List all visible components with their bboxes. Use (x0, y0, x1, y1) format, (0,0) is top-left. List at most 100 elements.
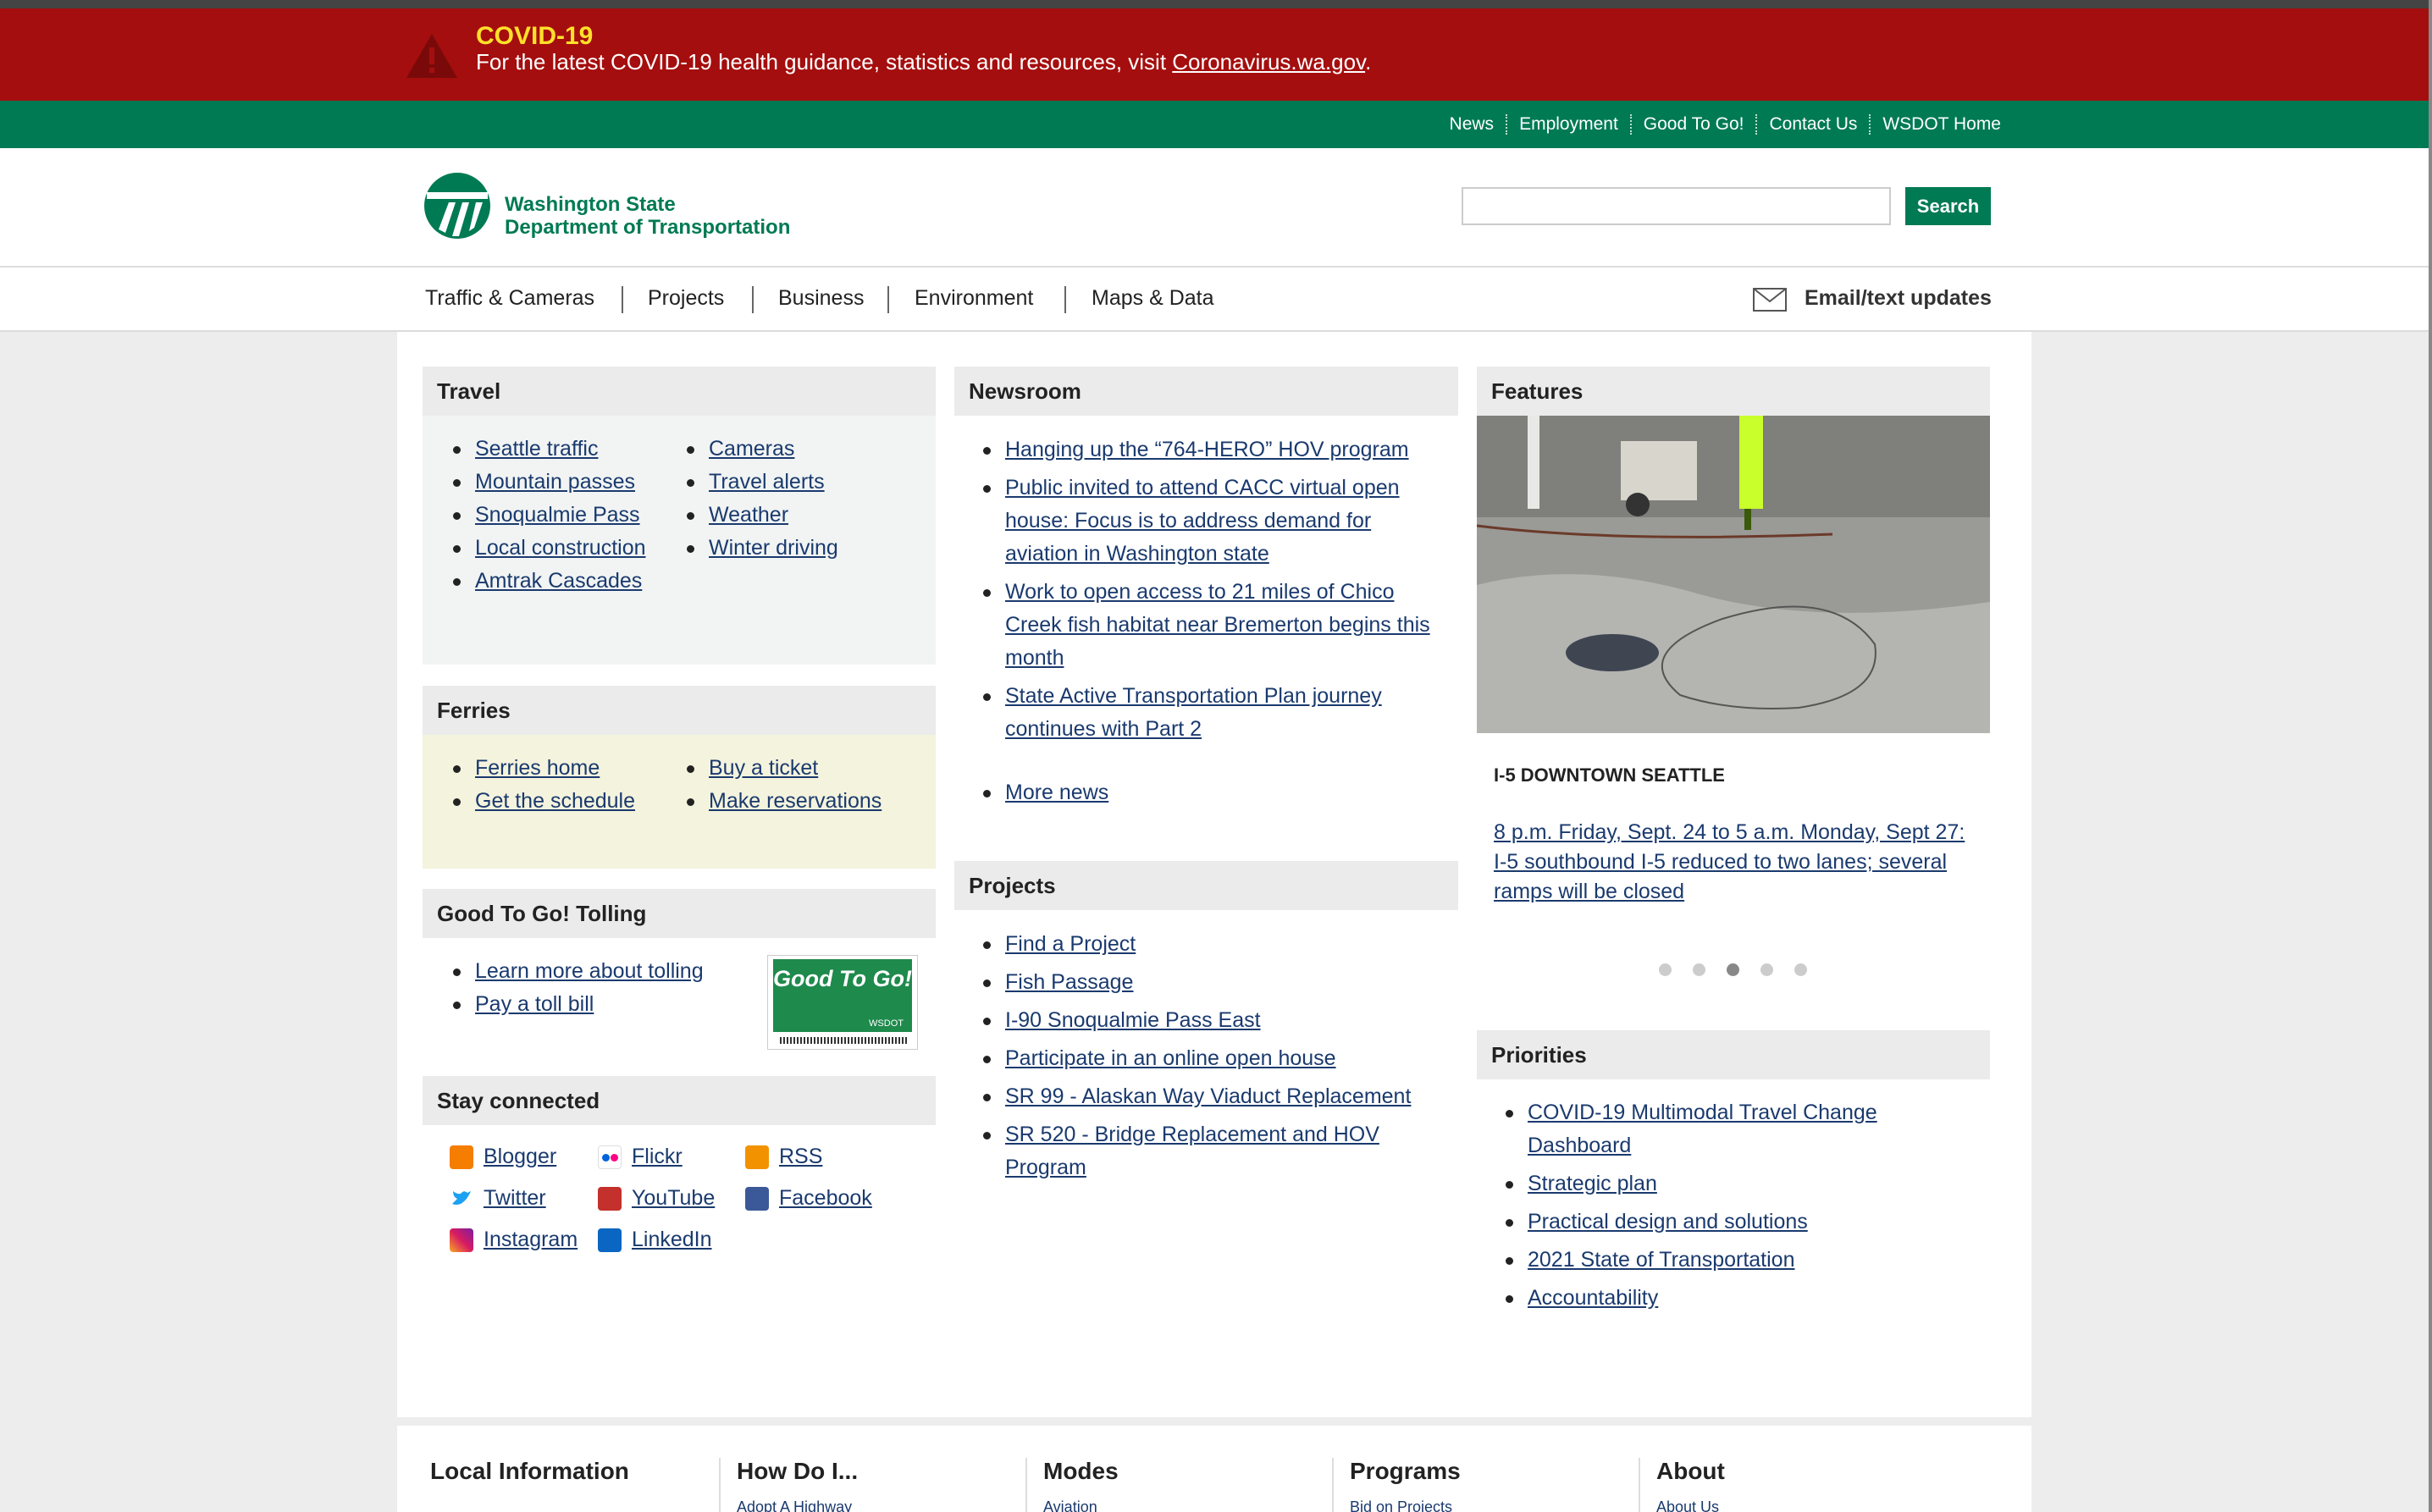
social-linkedin[interactable]: LinkedIn (598, 1228, 712, 1252)
social-facebook[interactable]: Facebook (745, 1186, 872, 1211)
footer-link[interactable]: Bid on Projects (1350, 1498, 1452, 1512)
footer-separator (719, 1458, 721, 1512)
footer-separator (1025, 1458, 1027, 1512)
ferries-heading: Ferries (423, 686, 936, 735)
carousel-dot[interactable] (1659, 963, 1672, 976)
alert-title: COVID-19 (476, 22, 594, 50)
social-twitter[interactable]: Twitter (450, 1186, 546, 1211)
list-item[interactable]: Accountability (1501, 1282, 1941, 1315)
good-to-go-badge[interactable]: Good To Go! WSDOT (767, 955, 918, 1050)
utility-link-news[interactable]: News (1438, 114, 1506, 135)
list-item[interactable]: Amtrak Cascades (448, 565, 646, 598)
feature-caption-title: I-5 DOWNTOWN SEATTLE (1494, 764, 1725, 786)
list-item[interactable]: Strategic plan (1501, 1167, 1941, 1200)
feature-caption-link[interactable]: 8 p.m. Friday, Sept. 24 to 5 a.m. Monday… (1494, 818, 1976, 907)
social-youtube[interactable]: YouTube (598, 1186, 715, 1211)
utility-link-contact-us[interactable]: Contact Us (1755, 114, 1869, 135)
footer-link[interactable]: Adopt A Highway (737, 1498, 852, 1512)
list-item[interactable]: Travel alerts (682, 466, 838, 499)
list-item[interactable]: Fish Passage (978, 966, 1435, 999)
list-item[interactable]: SR 99 - Alaskan Way Viaduct Replacement (978, 1080, 1435, 1113)
list-item[interactable]: Make reservations (682, 785, 882, 818)
list-item[interactable]: Buy a ticket (682, 752, 882, 785)
list-item[interactable]: Practical design and solutions (1501, 1206, 1941, 1239)
list-item[interactable]: COVID-19 Multimodal Travel Change Dashbo… (1501, 1096, 1941, 1162)
logo-line1: Washington State (505, 193, 676, 216)
nav-environment[interactable]: Environment (915, 286, 1033, 311)
footer-link[interactable]: Aviation (1043, 1498, 1097, 1512)
list-item[interactable]: Weather (682, 499, 838, 532)
blogger-icon (450, 1145, 473, 1169)
social-instagram[interactable]: Instagram (450, 1228, 578, 1252)
list-item[interactable]: Get the schedule (448, 785, 635, 818)
list-item[interactable]: Ferries home (448, 752, 635, 785)
newsroom-list: Hanging up the “764-HERO” HOV program Pu… (978, 433, 1435, 809)
list-item[interactable]: I-90 Snoqualmie Pass East (978, 1004, 1435, 1037)
social-rss[interactable]: RSS (745, 1145, 822, 1169)
scrollbar[interactable] (2429, 0, 2432, 1512)
wsdot-logo-icon[interactable] (423, 172, 491, 240)
list-item[interactable]: 2021 State of Transportation (1501, 1244, 1941, 1277)
list-item[interactable]: Local construction (448, 532, 646, 565)
search-input[interactable] (1462, 187, 1891, 225)
carousel-dot-active[interactable] (1727, 963, 1739, 976)
list-item[interactable]: Winter driving (682, 532, 838, 565)
list-item[interactable]: Work to open access to 21 miles of Chico… (978, 576, 1435, 675)
utility-link-wsdot-home[interactable]: WSDOT Home (1869, 114, 2013, 135)
wsdot-logo-text[interactable]: Washington State Department of Transport… (505, 193, 790, 239)
list-item[interactable]: Cameras (682, 433, 838, 466)
list-item[interactable]: Pay a toll bill (448, 988, 704, 1021)
nav-traffic-cameras[interactable]: Traffic & Cameras (425, 286, 594, 311)
footer-link[interactable]: About Us (1656, 1498, 1719, 1512)
list-item[interactable]: State Active Transportation Plan journey… (978, 680, 1435, 746)
carousel-dot[interactable] (1760, 963, 1773, 976)
main-nav: Traffic & Cameras Projects Business Envi… (0, 266, 2432, 332)
list-item[interactable]: Public invited to attend CACC virtual op… (978, 472, 1435, 571)
ferries-list-right: Buy a ticket Make reservations (682, 752, 882, 818)
newsroom-heading: Newsroom (954, 367, 1458, 416)
nav-separator (887, 286, 889, 313)
logo-line2: Department of Transportation (505, 216, 791, 239)
alert-text-body: For the latest COVID-19 health guidance,… (476, 49, 1173, 74)
search-button[interactable]: Search (1905, 187, 1991, 225)
footer-heading-programs: Programs (1350, 1458, 1461, 1484)
list-item[interactable]: Hanging up the “764-HERO” HOV program (978, 433, 1435, 466)
footer-heading-how-do-i: How Do I... (737, 1458, 859, 1484)
warning-icon (406, 34, 457, 78)
projects-heading: Projects (954, 861, 1458, 910)
nav-projects[interactable]: Projects (648, 286, 724, 311)
email-text-updates-link[interactable]: Email/text updates (1805, 286, 1992, 311)
ferries-panel: Ferries home Get the schedule Buy a tick… (423, 735, 936, 869)
envelope-icon[interactable] (1753, 288, 1787, 312)
facebook-icon (745, 1186, 769, 1211)
list-item[interactable]: Seattle traffic (448, 433, 646, 466)
list-item[interactable]: Learn more about tolling (448, 955, 704, 988)
utility-link-employment[interactable]: Employment (1506, 114, 1630, 135)
rss-icon (745, 1145, 769, 1169)
carousel-dot[interactable] (1693, 963, 1705, 976)
coronavirus-link[interactable]: Coronavirus.wa.gov (1172, 49, 1365, 74)
youtube-icon (598, 1186, 622, 1211)
list-item[interactable]: Mountain passes (448, 466, 646, 499)
list-item[interactable]: Participate in an online open house (978, 1042, 1435, 1075)
list-item[interactable]: SR 520 - Bridge Replacement and HOV Prog… (978, 1118, 1435, 1184)
more-news-link[interactable]: More news (978, 776, 1435, 809)
footer-heading-about: About (1656, 1458, 1725, 1484)
footer-heading-local-information: Local Information (430, 1458, 629, 1484)
badge-sub: WSDOT (773, 1018, 912, 1032)
footer-separator (1639, 1458, 1640, 1512)
nav-maps-data[interactable]: Maps & Data (1092, 286, 1214, 311)
carousel-dot[interactable] (1794, 963, 1807, 976)
social-blogger[interactable]: Blogger (450, 1145, 556, 1169)
features-heading: Features (1477, 367, 1990, 416)
feature-photo[interactable] (1477, 416, 1990, 733)
social-flickr[interactable]: Flickr (598, 1145, 683, 1169)
linkedin-icon (598, 1228, 622, 1252)
list-item[interactable]: Snoqualmie Pass (448, 499, 646, 532)
priorities-heading: Priorities (1477, 1030, 1990, 1079)
nav-business[interactable]: Business (778, 286, 864, 311)
footer (397, 1426, 2031, 1512)
alert-text: For the latest COVID-19 health guidance,… (476, 49, 1371, 75)
utility-link-good-to-go[interactable]: Good To Go! (1629, 114, 1756, 135)
list-item[interactable]: Find a Project (978, 928, 1435, 961)
